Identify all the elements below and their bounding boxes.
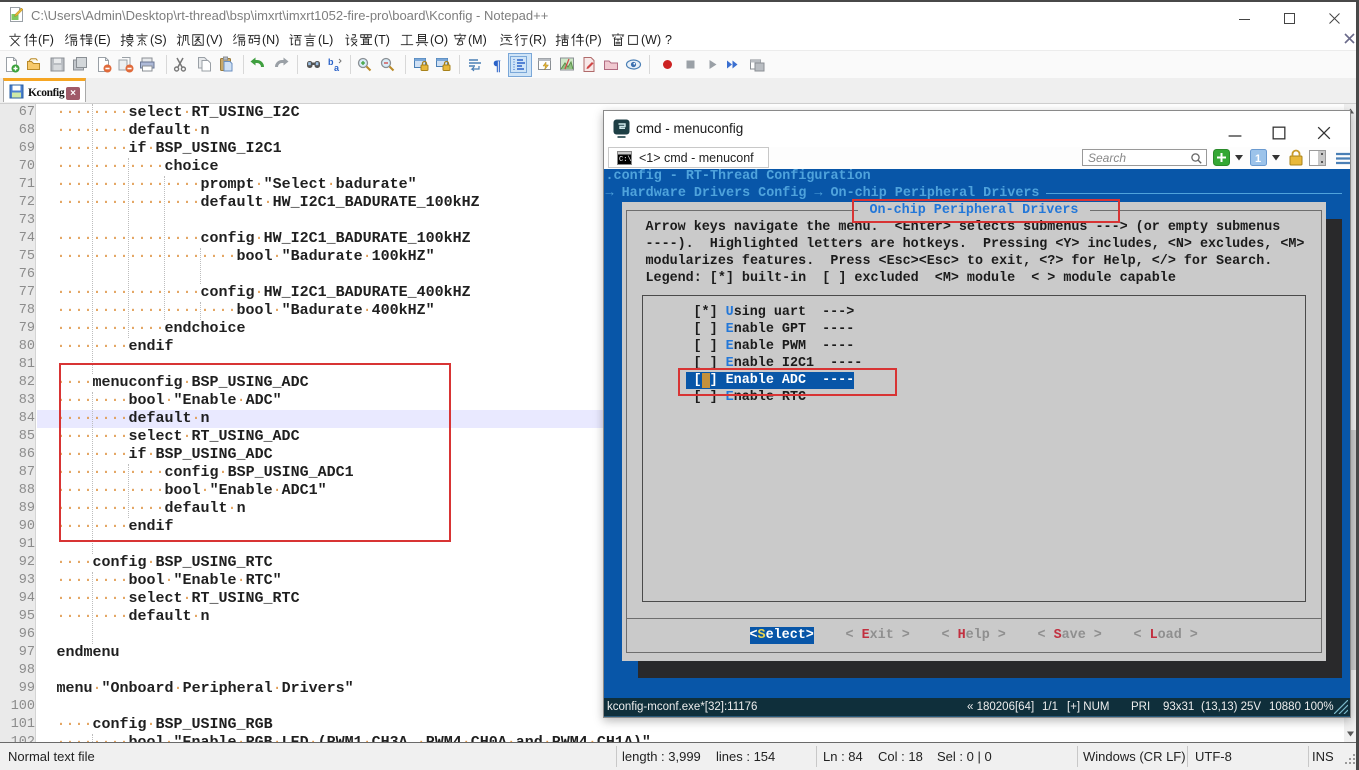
svg-text:¶: ¶ <box>493 58 501 73</box>
svg-text:C:\: C:\ <box>619 156 632 164</box>
svg-text:1: 1 <box>1255 153 1261 165</box>
svg-text:a: a <box>334 63 340 73</box>
